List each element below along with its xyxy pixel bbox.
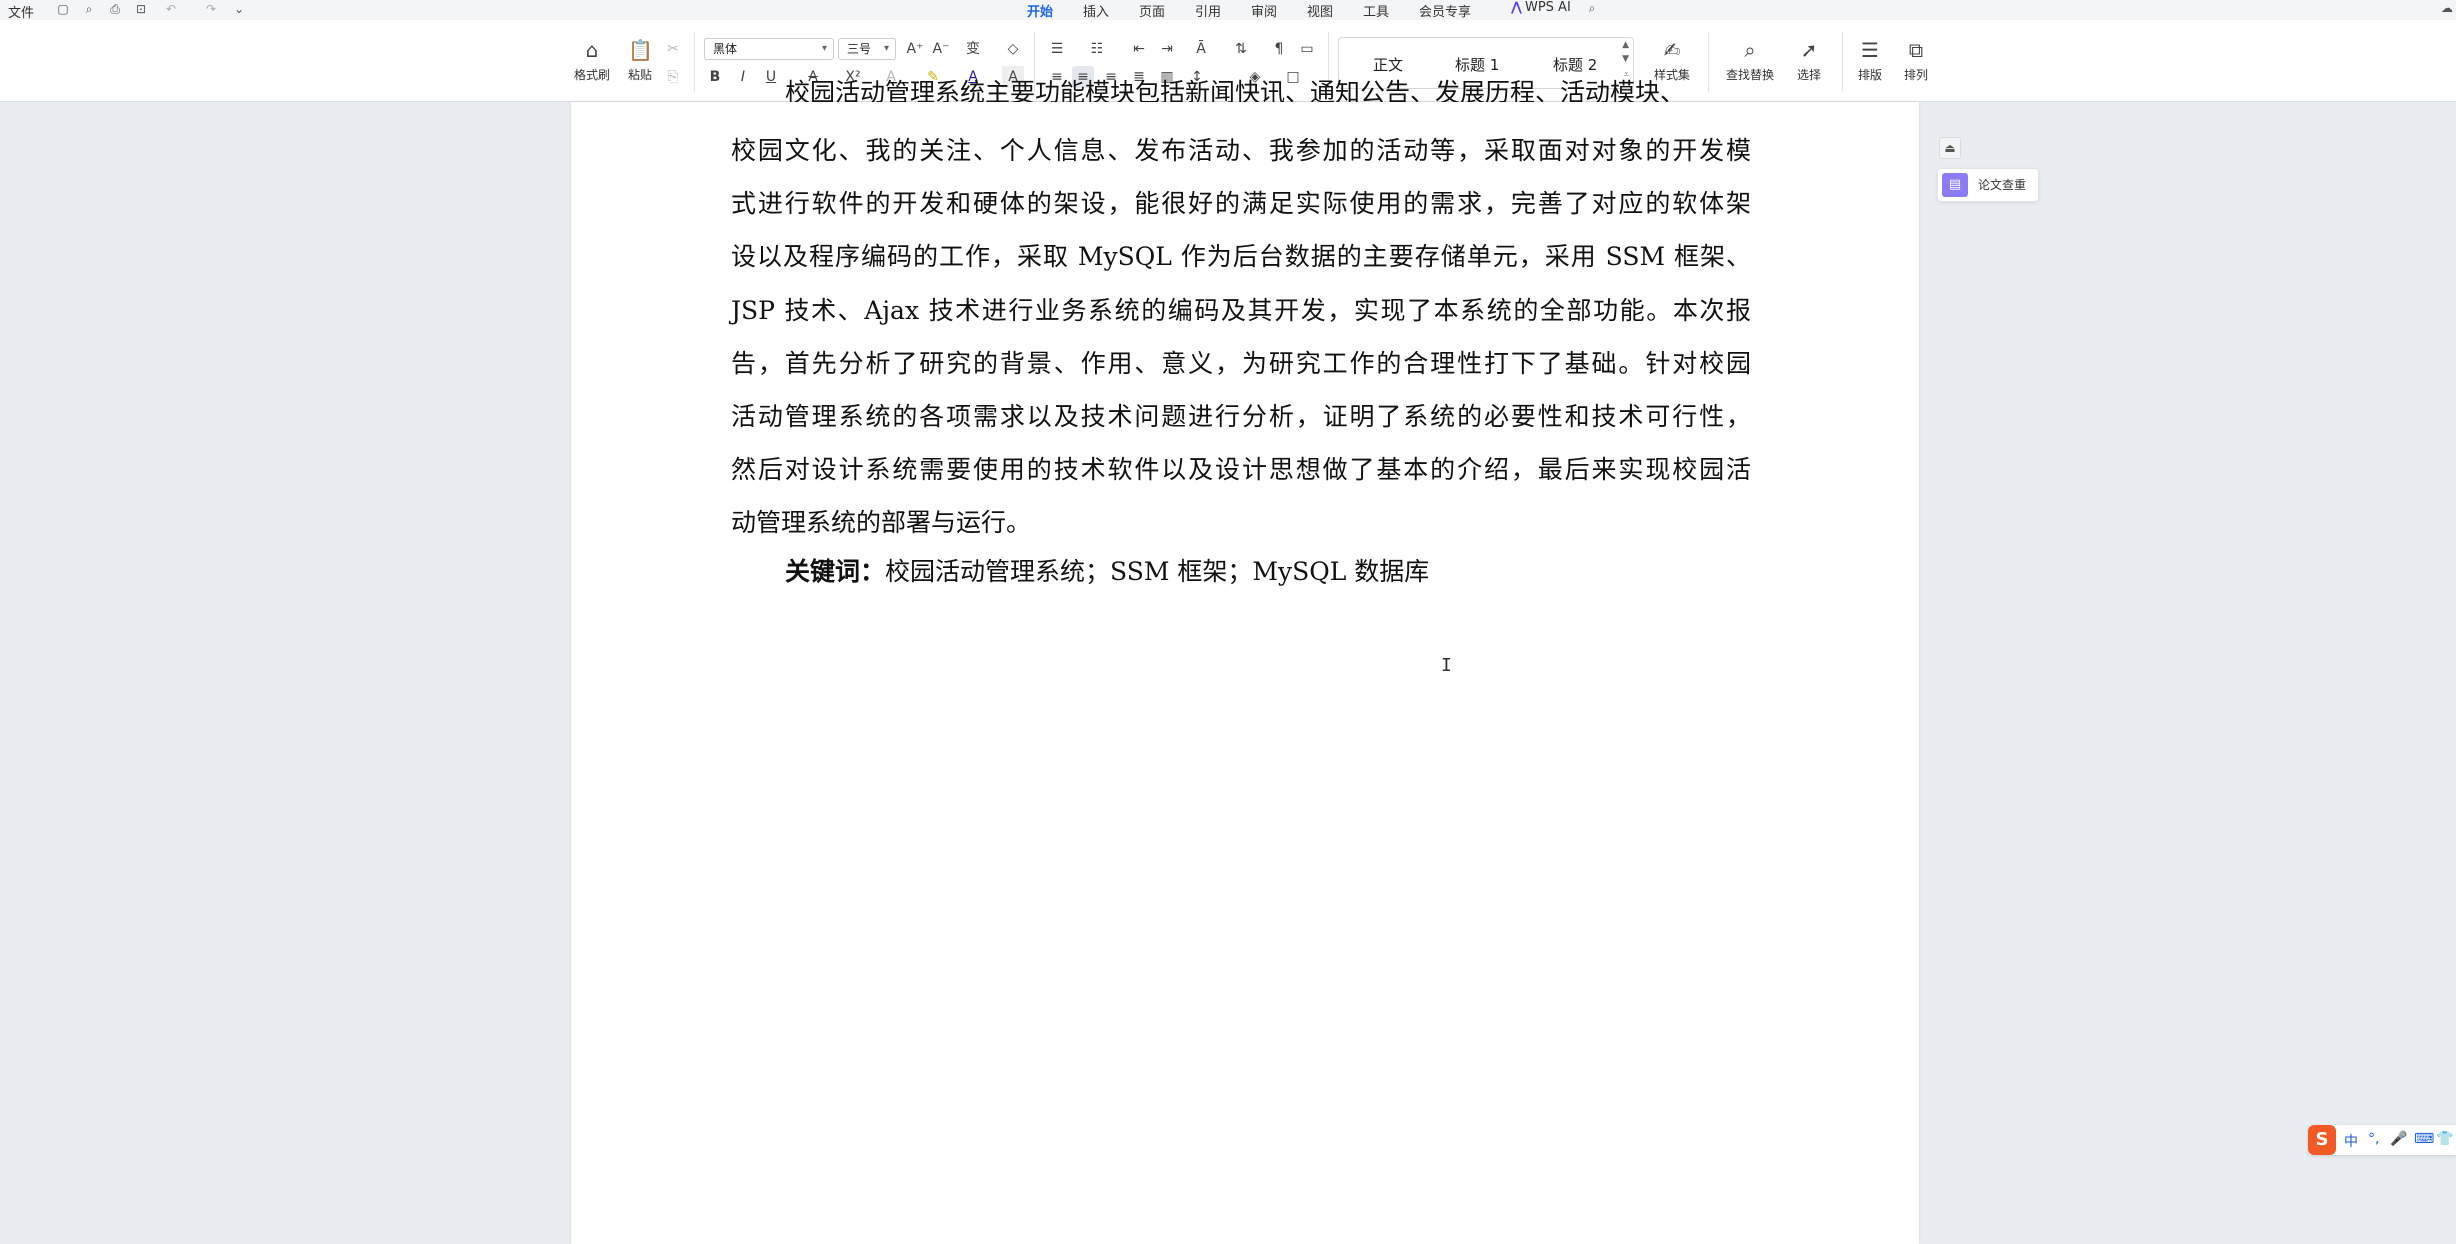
format-painter-label: 格式刷 [573, 68, 610, 82]
text-cursor-icon: I [1441, 655, 1452, 676]
format-painter-button[interactable]: ⌂ 格式刷 [570, 38, 614, 83]
wps-ai-label: WPS AI [1524, 0, 1571, 15]
decrease-indent-icon[interactable]: ⇤ [1128, 38, 1150, 60]
numbered-list-icon[interactable]: ☷ [1086, 38, 1108, 60]
arrange-icon: ⧉ [1908, 38, 1924, 62]
undo-icon[interactable]: ↶ [164, 2, 178, 16]
gallery-up-icon[interactable]: ▲ [1622, 40, 1629, 50]
show-marks-icon[interactable]: ¶ [1268, 38, 1290, 60]
keywords-text: 校园活动管理系统；SSM 框架；MySQL 数据库 [885, 557, 1430, 586]
gallery-down-icon[interactable]: ▼ [1622, 54, 1629, 64]
phonetic-icon[interactable]: 变 [962, 38, 984, 60]
layout-label: 排版 [1857, 68, 1882, 82]
tab-references[interactable]: 引用 [1195, 1, 1221, 20]
customize-chevron-icon[interactable]: ⌄ [232, 2, 246, 16]
chevron-down-icon: ▾ [883, 43, 889, 54]
paste-label: 粘贴 [627, 68, 652, 82]
cut-line-text: 校园活动管理系统主要功能模块包括新闻快讯、通知公告、发展历程、活动模块、 [785, 78, 1686, 102]
ime-skin-icon[interactable]: 👕 [2436, 1131, 2453, 1147]
ime-punctuation-icon[interactable]: °, [2368, 1131, 2379, 1147]
document-check-icon: ▤ [1942, 173, 1968, 197]
tab-view[interactable]: 视图 [1307, 1, 1333, 20]
shrink-font-icon[interactable]: A⁻ [930, 38, 952, 60]
wps-ai-button[interactable]: ⋀ WPS AI [1511, 0, 1571, 15]
sogou-logo-icon: S [2308, 1125, 2336, 1155]
collapse-panel-icon[interactable]: ⏏ [1939, 137, 1961, 159]
brush-icon: ⌂ [585, 38, 599, 62]
paragraph-line: 校园文化、我的关注、个人信息、发布活动、我参加的活动等，采取面对对象的开发模 [731, 136, 1751, 165]
print-preview-icon[interactable]: ⊡ [134, 2, 148, 16]
cut-icon[interactable]: ✂ [662, 38, 684, 60]
paragraph-line: 设以及程序编码的工作，采取 MySQL 作为后台数据的主要存储单元，采用 SSM… [731, 242, 1751, 272]
paragraph-line: 告，首先分析了研究的背景、作用、意义，为研究工作的合理性打下了基础。针对校园 [731, 348, 1751, 378]
select-button[interactable]: ➚ 选择 [1784, 38, 1834, 83]
pointer-icon: ➚ [1800, 38, 1818, 62]
paragraph-line: 式进行软件的开发和硬体的架设，能很好的满足实际使用的需求，完善了对应的软体架 [731, 189, 1751, 219]
search-icon[interactable]: ⌕ [1585, 1, 1599, 15]
font-family-value: 黑体 [713, 42, 738, 56]
paragraph-line: JSP 技术、Ajax 技术进行业务系统的编码及其开发，实现了本系统的全部功能。… [731, 295, 1751, 325]
tab-page[interactable]: 页面 [1139, 1, 1165, 20]
document-page[interactable]: 校园活动管理系统主要功能模块包括新闻快讯、通知公告、发展历程、活动模块、 校园文… [571, 78, 1919, 1244]
clear-format-icon[interactable]: ◇ [1002, 38, 1024, 60]
paste-button[interactable]: 📋 粘贴 [618, 38, 662, 83]
copy-icon[interactable]: ⎘ [662, 66, 684, 88]
bullet-list-icon[interactable]: ☰ [1046, 38, 1068, 60]
tab-member[interactable]: 会员专享 [1419, 1, 1471, 20]
ime-chinese-mode[interactable]: 中 [2344, 1131, 2358, 1151]
magnifier-icon: ⌕ [1744, 38, 1756, 62]
wps-ai-logo-icon: ⋀ [1511, 0, 1522, 15]
plagiarism-check-label: 论文查重 [1978, 178, 2027, 192]
font-family-select[interactable]: 黑体 ▾ [704, 38, 834, 60]
select-label: 选择 [1796, 68, 1821, 82]
font-size-select[interactable]: 三号 ▾ [838, 38, 896, 60]
menu-bar: 文件 ▢ ⌕ ⎙ ⊡ ↶ ↷ ⌄ 开始 插入 页面 引用 审阅 视图 工具 会员… [0, 0, 2456, 23]
table-border-icon[interactable]: ▭ [1296, 38, 1318, 60]
abstract-paragraph: 校园文化、我的关注、个人信息、发布活动、我参加的活动等，采取面对对象的开发模 式… [731, 124, 1751, 550]
keywords-line: 关键词：校园活动管理系统；SSM 框架；MySQL 数据库 [785, 552, 1429, 588]
tab-home[interactable]: 开始 [1027, 1, 1053, 23]
paragraph-line: 动管理系统的部署与运行。 [731, 508, 1032, 538]
paragraph-line: 然后对设计系统需要使用的技术软件以及设计思想做了基本的介绍，最后来实现校园活 [731, 455, 1751, 485]
paragraph-line: 活动管理系统的各项需求以及技术问题进行分析，证明了系统的必要性和技术可行性， [731, 402, 1751, 432]
plagiarism-check-button[interactable]: ▤ 论文查重 [1937, 168, 2039, 202]
separator [1842, 32, 1843, 92]
layout-icon: ☰ [1861, 38, 1879, 62]
file-menu[interactable]: 文件 [8, 2, 34, 21]
ime-voice-icon[interactable]: 🎤 [2390, 1131, 2407, 1147]
chevron-down-icon: ▾ [821, 43, 827, 54]
grow-font-icon[interactable]: A⁺ [904, 38, 926, 60]
cloud-icon[interactable]: ☁ [2440, 1, 2454, 15]
separator [694, 32, 695, 92]
tab-tools[interactable]: 工具 [1363, 1, 1389, 20]
layout-button[interactable]: ☰ 排版 [1848, 38, 1892, 83]
text-direction-icon[interactable]: Ā [1190, 38, 1212, 60]
save-icon[interactable]: ▢ [56, 2, 70, 16]
partially-visible-line: 校园活动管理系统主要功能模块包括新闻快讯、通知公告、发展历程、活动模块、 [731, 68, 1751, 102]
style-set-icon: ✍ [1663, 38, 1681, 62]
print-icon[interactable]: ⎙ [108, 2, 122, 16]
ime-keyboard-icon[interactable]: ⌨ [2414, 1131, 2434, 1147]
redo-icon[interactable]: ↷ [204, 2, 218, 16]
sort-icon[interactable]: ⇅ [1230, 38, 1252, 60]
clipboard-icon: 📋 [628, 38, 653, 62]
bold-icon[interactable]: B [704, 66, 726, 88]
tab-insert[interactable]: 插入 [1083, 1, 1109, 20]
increase-indent-icon[interactable]: ⇥ [1156, 38, 1178, 60]
format-icon[interactable]: ⌕ [82, 2, 96, 16]
font-size-value: 三号 [847, 42, 872, 56]
ime-toolbar[interactable]: S 中 °, 🎤 ⌨ 👕 [2308, 1125, 2456, 1155]
arrange-label: 排列 [1903, 68, 1928, 82]
keywords-label: 关键词： [785, 557, 886, 586]
arrange-button[interactable]: ⧉ 排列 [1894, 38, 1938, 83]
tab-review[interactable]: 审阅 [1251, 1, 1277, 20]
